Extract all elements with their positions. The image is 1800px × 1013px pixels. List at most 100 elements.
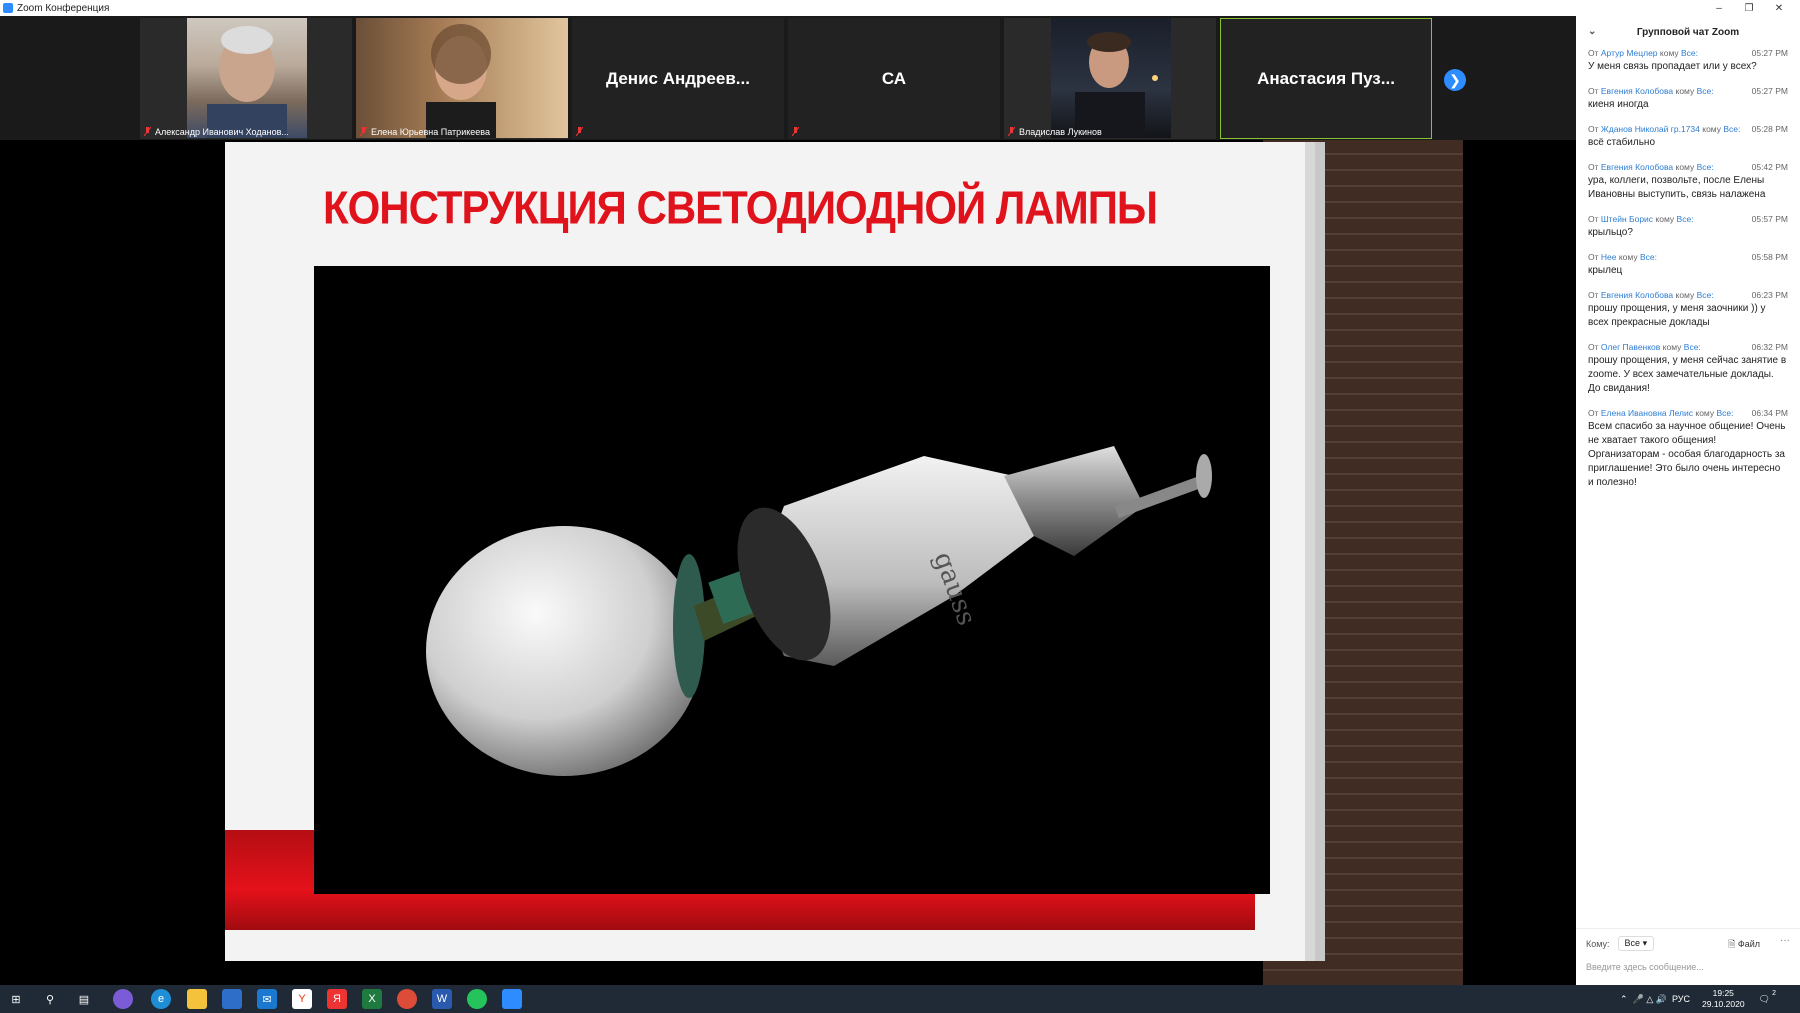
chevron-up-icon[interactable]: ⌃ [1620,994,1628,1005]
message-time: 06:32 PM [1751,342,1788,352]
message-text: У меня связь пропадает или у всех? [1588,61,1757,72]
chrome-icon[interactable] [397,989,417,1009]
store-icon[interactable] [222,989,242,1009]
notifications-icon[interactable]: 🗨 2 [1759,990,1776,1005]
shared-screen: КОНСТРУКЦИЯ СВЕТОДИОДНОЙ ЛАМПЫ gauss [113,140,1463,985]
chat-message: От Нее кому Все: 05:58 PM крылец [1588,252,1788,276]
recipient-label: Кому: [1586,938,1610,949]
participant-display-name: СА [881,68,907,88]
window-title: Zoom Конференция [17,2,110,14]
message-text: прошу прощения, у меня заочники )) у все… [1588,303,1766,328]
windows-start-icon[interactable]: ⊞ [6,989,26,1009]
message-text: ура, коллеги, позвольте, после Елены Ива… [1588,175,1766,200]
message-time: 05:27 PM [1751,48,1788,58]
volume-icon[interactable]: 🔊 [1656,994,1667,1005]
language-indicator[interactable]: РУС [1672,994,1690,1004]
sender-name[interactable]: Евгения Колобова [1601,162,1673,172]
presentation-slide: КОНСТРУКЦИЯ СВЕТОДИОДНОЙ ЛАМПЫ gauss [225,142,1305,961]
file-icon: 🗎 [1728,939,1736,949]
chat-title: Групповой чат Zoom [1636,26,1740,38]
participant-tile[interactable]: Денис Андреев... [572,18,784,139]
participant-tile-active-speaker[interactable]: Анастасия Пуз... [1220,18,1432,139]
sender-name[interactable]: Штейн Борис [1601,214,1653,224]
sender-name[interactable]: Евгения Колобова [1601,290,1673,300]
chat-panel: ⌄ Групповой чат Zoom От Артур Мецлер ком… [1576,16,1800,985]
file-explorer-icon[interactable] [187,989,207,1009]
word-icon[interactable]: W [432,989,452,1009]
clock-time: 19:25 [1712,988,1734,998]
sender-name[interactable]: Артур Мецлер [1601,48,1658,58]
message-time: 05:58 PM [1751,252,1788,262]
message-text: Всем спасибо за научное общение! Очень н… [1588,421,1786,488]
message-text: всё стабильно [1588,137,1656,148]
message-time: 05:28 PM [1751,124,1788,134]
chat-header: ⌄ Групповой чат Zoom [1576,16,1800,48]
windows-taskbar: ⊞ ⚲ ▤ e ✉ Y Я X W ⌃ 🎤 △ 🔊 РУС 19:25 29.1… [0,985,1800,1013]
chevron-down-icon[interactable]: ⌄ [1588,26,1596,37]
participant-tile[interactable]: СА [788,18,1000,139]
participant-tile[interactable]: Александр Иванович Ходанов... [140,18,352,139]
zoom-app-icon [3,3,13,13]
chat-message: От Жданов Николай гр.1734 кому Все: 05:28… [1588,124,1788,148]
participant-video [356,18,568,138]
participant-name: Елена Юрьевна Патрикеева [371,127,490,137]
task-view-icon[interactable]: ▤ [74,989,94,1009]
participant-name: Александр Иванович Ходанов... [155,127,289,137]
participant-strip: Александр Иванович Ходанов... Елена Юрье… [0,16,1576,140]
next-page-button[interactable]: ❯ [1444,69,1466,91]
recipient-select[interactable]: Все ▾ [1617,936,1655,951]
chat-message: От Артур Мецлер кому Все: 05:27 PM У меня… [1588,48,1788,72]
whatsapp-icon[interactable] [467,989,487,1009]
participant-tile[interactable]: Владислав Лукинов [1004,18,1216,139]
chat-message: От Евгения Колобова кому Все: 06:23 PM пр… [1588,290,1788,328]
message-time: 05:27 PM [1751,86,1788,96]
sender-name[interactable]: Жданов Николай гр.1734 [1601,124,1700,134]
edge-browser-icon[interactable]: e [151,989,171,1009]
chat-message-list[interactable]: От Артур Мецлер кому Все: 05:27 PM У меня… [1576,48,1800,490]
mic-muted-icon [792,127,799,136]
mic-muted-icon [144,127,151,136]
slide-image: gauss [314,266,1270,894]
chat-message: От Олег Павенков кому Все: 06:32 PM прошу… [1588,342,1788,394]
participant-video [187,18,307,138]
participant-display-name: Денис Андреев... [606,68,750,88]
message-text: прошу прощения, у меня сейчас занятие в … [1588,355,1787,394]
slide-title: КОНСТРУКЦИЯ СВЕТОДИОДНОЙ ЛАМПЫ [322,181,1158,234]
close-window-button[interactable]: ✕ [1766,0,1792,16]
mail-icon[interactable]: ✉ [257,989,277,1009]
chat-message-input[interactable]: Введите здесь сообщение... [1576,958,1800,976]
sender-name[interactable]: Елена Ивановна Лелис [1601,408,1693,418]
chat-footer: Кому: Все ▾ 🗎 Файл ··· Введите здесь соо… [1576,928,1800,986]
sender-name[interactable]: Олег Павенков [1601,342,1660,352]
participant-video [1051,18,1171,138]
system-tray: ⌃ 🎤 △ 🔊 РУС 19:25 29.10.2020 🗨 2 [1620,985,1776,1013]
zoom-taskbar-icon[interactable] [502,989,522,1009]
excel-icon[interactable]: X [362,989,382,1009]
sender-name[interactable]: Нее [1601,252,1617,262]
file-button[interactable]: 🗎 Файл [1728,937,1760,953]
clock-date: 29.10.2020 [1702,999,1745,1009]
meeting-area: Александр Иванович Ходанов... Елена Юрье… [0,16,1576,985]
sender-name[interactable]: Евгения Колобова [1601,86,1673,96]
chat-message: От Елена Ивановна Лелис кому Все: 06:34 P… [1588,408,1788,488]
window-titlebar: Zoom Конференция – ❐ ✕ [0,0,1800,16]
clock[interactable]: 19:25 29.10.2020 [1702,988,1745,1010]
network-icon[interactable]: △ [1646,994,1653,1005]
yandex-browser-icon[interactable]: Y [292,989,312,1009]
microphone-icon[interactable]: 🎤 [1633,994,1644,1005]
message-time: 06:34 PM [1751,408,1788,418]
cortana-icon[interactable] [113,989,133,1009]
participant-tile[interactable]: Елена Юрьевна Патрикеева [356,18,568,139]
chat-message: От Евгения Колобова кому Все: 05:27 PM ки… [1588,86,1788,110]
led-lamp-illustration: gauss [426,446,1212,776]
participant-display-name: Анастасия Пуз... [1257,68,1395,88]
more-options-button[interactable]: ··· [1780,935,1790,946]
minimize-button[interactable]: – [1706,0,1732,16]
mic-muted-icon [1008,127,1015,136]
message-text: киеня иногда [1588,99,1649,110]
message-time: 05:42 PM [1751,162,1788,172]
search-icon[interactable]: ⚲ [40,989,60,1009]
restore-button[interactable]: ❐ [1736,0,1762,16]
chevron-right-icon: ❯ [1449,71,1461,88]
yandex-icon[interactable]: Я [327,989,347,1009]
